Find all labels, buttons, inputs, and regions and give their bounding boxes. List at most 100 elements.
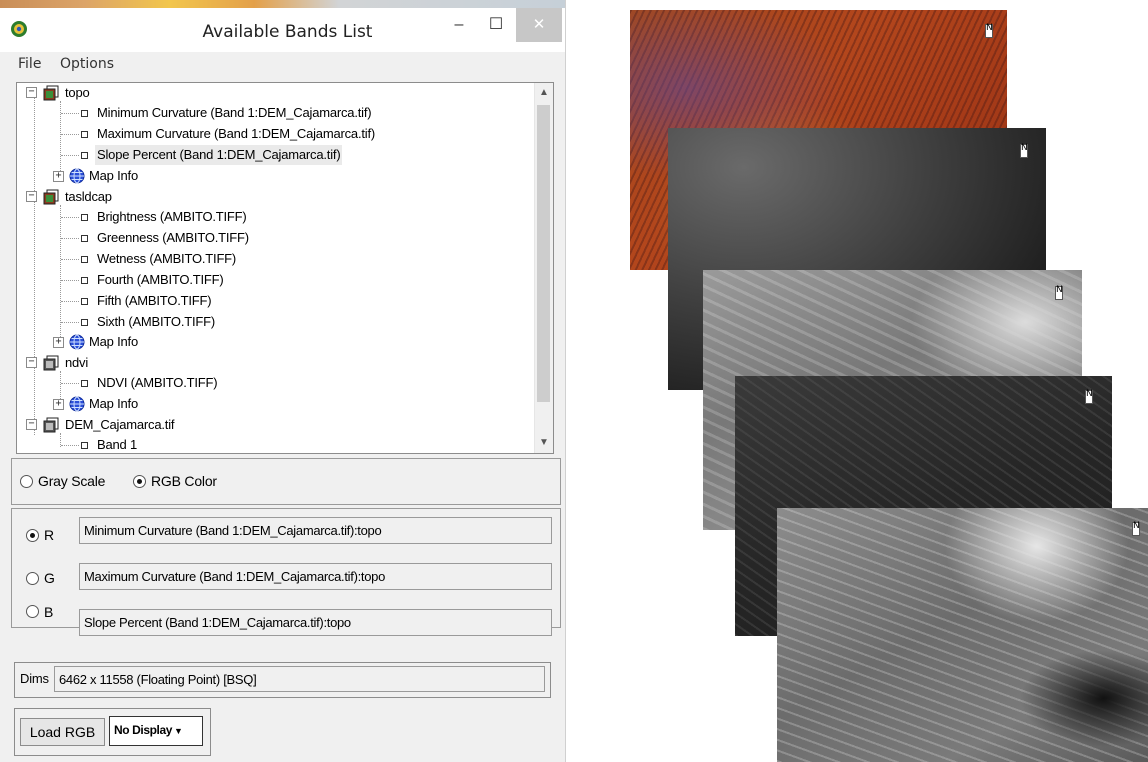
display-dropdown[interactable]: No Display ▼ <box>109 716 203 746</box>
menu-options[interactable]: Options <box>60 56 114 72</box>
rgb-band-group: R Minimum Curvature (Band 1:DEM_Cajamarc… <box>11 508 561 636</box>
band-item[interactable]: Band 1 <box>23 435 523 453</box>
band-icon <box>81 131 88 138</box>
tree-connector <box>61 445 79 446</box>
tree-scrollbar[interactable]: ▲ ▼ <box>534 83 553 453</box>
tree-connector <box>61 217 79 218</box>
map-info-label: Map Info <box>89 168 138 183</box>
group-label: DEM_Cajamarca.tif <box>65 417 175 432</box>
tree-connector <box>61 155 79 156</box>
band-label: Maximum Curvature (Band 1:DEM_Cajamarca.… <box>97 126 376 141</box>
band-icon <box>81 110 88 117</box>
map-info-label: Map Info <box>89 334 138 349</box>
band-label: Brightness (AMBITO.TIFF) <box>97 209 247 224</box>
band-item[interactable]: Sixth (AMBITO.TIFF) <box>23 312 523 332</box>
gray-scale-label[interactable]: Gray Scale <box>38 473 105 489</box>
band-icon <box>81 277 88 284</box>
group-label: tasldcap <box>65 189 112 204</box>
b-band-field[interactable]: Slope Percent (Band 1:DEM_Cajamarca.tif)… <box>79 609 552 636</box>
rgb-color-label[interactable]: RGB Color <box>151 473 217 489</box>
ndvi-image-layer: N <box>777 508 1148 762</box>
band-label: Minimum Curvature (Band 1:DEM_Cajamarca.… <box>97 105 372 120</box>
map-info-item[interactable]: + Map Info <box>23 332 523 352</box>
expand-icon[interactable]: + <box>53 171 64 182</box>
band-icon <box>81 298 88 305</box>
b-radio[interactable] <box>26 605 39 618</box>
map-info-item[interactable]: + Map Info <box>23 166 523 186</box>
scroll-up-icon[interactable]: ▲ <box>535 83 553 103</box>
band-icon <box>81 380 88 387</box>
band-item[interactable]: Wetness (AMBITO.TIFF) <box>23 249 523 269</box>
menu-file[interactable]: File <box>18 56 41 72</box>
band-icon <box>81 152 88 159</box>
r-band-field[interactable]: Minimum Curvature (Band 1:DEM_Cajamarca.… <box>79 517 552 544</box>
g-radio[interactable] <box>26 572 39 585</box>
r-radio[interactable] <box>26 529 39 542</box>
r-label: R <box>44 527 54 543</box>
band-icon <box>81 214 88 221</box>
map-info-label: Map Info <box>89 396 138 411</box>
available-bands-list-window: Available Bands List – ☐ ✕ File Options … <box>0 0 566 762</box>
tree-group-ndvi[interactable]: − ndvi <box>23 353 523 373</box>
band-label: Sixth (AMBITO.TIFF) <box>97 314 216 329</box>
band-item[interactable]: Fourth (AMBITO.TIFF) <box>23 270 523 290</box>
collapse-icon[interactable]: − <box>26 419 37 430</box>
g-band-field[interactable]: Maximum Curvature (Band 1:DEM_Cajamarca.… <box>79 563 552 590</box>
scroll-thumb[interactable] <box>537 105 550 402</box>
north-icon: N <box>1020 144 1028 158</box>
minimize-button[interactable]: – <box>441 8 477 42</box>
band-item[interactable]: Greenness (AMBITO.TIFF) <box>23 228 523 248</box>
raster-file-icon <box>43 417 59 433</box>
band-item[interactable]: Fifth (AMBITO.TIFF) <box>23 291 523 311</box>
globe-icon <box>69 334 85 350</box>
load-rgb-button[interactable]: Load RGB <box>20 718 105 746</box>
tree-connector <box>61 259 79 260</box>
collapse-icon[interactable]: − <box>26 191 37 202</box>
band-icon <box>81 235 88 242</box>
gray-scale-radio[interactable] <box>20 475 33 488</box>
north-icon: N <box>1055 286 1063 300</box>
band-label: Wetness (AMBITO.TIFF) <box>97 251 237 266</box>
raster-file-icon <box>43 85 59 101</box>
dims-label: Dims <box>20 671 49 686</box>
display-dropdown-label: No Display <box>114 723 173 737</box>
tree-connector <box>61 383 79 384</box>
g-label: G <box>44 570 55 586</box>
tree-group-tasldcap[interactable]: − tasldcap <box>23 187 523 207</box>
background-strip <box>0 0 565 8</box>
band-item[interactable]: Brightness (AMBITO.TIFF) <box>23 207 523 227</box>
band-label: Fifth (AMBITO.TIFF) <box>97 293 212 308</box>
rgb-color-radio[interactable] <box>133 475 146 488</box>
expand-icon[interactable]: + <box>53 337 64 348</box>
band-icon <box>81 256 88 263</box>
color-mode-group: Gray Scale RGB Color <box>11 458 561 505</box>
band-icon <box>81 319 88 326</box>
collapse-icon[interactable]: − <box>26 87 37 98</box>
group-label: topo <box>65 85 90 100</box>
band-item[interactable]: NDVI (AMBITO.TIFF) <box>23 373 523 393</box>
globe-icon <box>69 396 85 412</box>
collapse-icon[interactable]: − <box>26 357 37 368</box>
north-icon: N <box>1085 390 1093 404</box>
tree-group-dem[interactable]: − DEM_Cajamarca.tif <box>23 415 523 435</box>
band-icon <box>81 442 88 449</box>
expand-icon[interactable]: + <box>53 399 64 410</box>
band-label: Fourth (AMBITO.TIFF) <box>97 272 224 287</box>
raster-file-icon <box>43 189 59 205</box>
close-button[interactable]: ✕ <box>516 8 562 42</box>
band-tree[interactable]: − topo Minimum Curvature (Band 1:DEM_Caj… <box>16 82 554 454</box>
scroll-down-icon[interactable]: ▼ <box>535 433 553 453</box>
map-info-item[interactable]: + Map Info <box>23 394 523 414</box>
tree-connector <box>61 301 79 302</box>
band-item[interactable]: Minimum Curvature (Band 1:DEM_Cajamarca.… <box>23 103 523 123</box>
b-label: B <box>44 604 54 620</box>
band-label: Greenness (AMBITO.TIFF) <box>97 230 249 245</box>
tree-group-topo[interactable]: − topo <box>23 83 523 103</box>
band-item-selected[interactable]: Slope Percent (Band 1:DEM_Cajamarca.tif) <box>23 145 523 165</box>
band-label: NDVI (AMBITO.TIFF) <box>97 375 218 390</box>
group-label: ndvi <box>65 355 89 370</box>
title-bar[interactable]: Available Bands List – ☐ ✕ <box>0 8 565 52</box>
band-item[interactable]: Maximum Curvature (Band 1:DEM_Cajamarca.… <box>23 124 523 144</box>
maximize-button[interactable]: ☐ <box>478 8 514 42</box>
tree-connector <box>61 134 79 135</box>
